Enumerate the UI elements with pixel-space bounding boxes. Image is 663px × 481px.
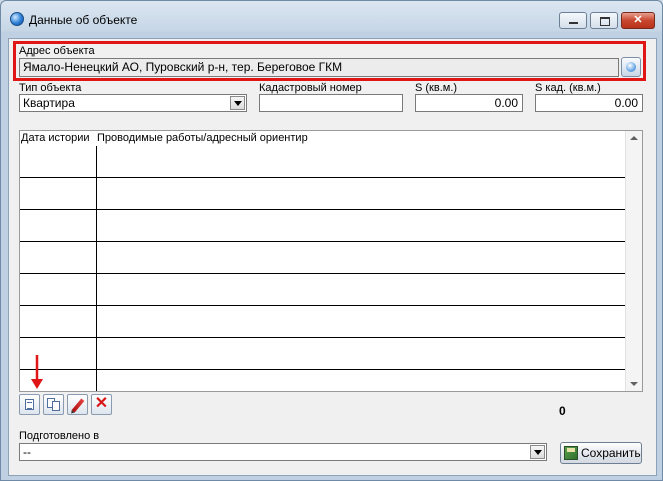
- object-type-select[interactable]: Квартира: [19, 94, 247, 112]
- annotation-arrow: [31, 355, 43, 389]
- edit-pencil-icon: [71, 398, 85, 413]
- add-record-icon: [25, 399, 34, 410]
- record-count: 0: [559, 404, 566, 418]
- address-label: Адрес объекта: [19, 45, 95, 57]
- object-data-window: Данные об объекте Адрес объекта Ямало-Не…: [0, 0, 663, 481]
- prepared-in-label: Подготовлено в: [19, 430, 100, 442]
- table-row[interactable]: [20, 274, 626, 306]
- delete-x-icon: ✕: [94, 395, 109, 412]
- prepared-in-value: --: [23, 445, 31, 459]
- grid-scrollbar[interactable]: [625, 131, 642, 391]
- table-cell-date[interactable]: [20, 210, 97, 241]
- edit-record-button[interactable]: [67, 394, 88, 415]
- form-body: Адрес объекта Ямало-Ненецкий АО, Пуровск…: [8, 38, 657, 476]
- maximize-button[interactable]: [590, 12, 618, 29]
- table-row[interactable]: [20, 306, 626, 338]
- object-type-label: Тип объекта: [19, 82, 82, 94]
- column-header-date[interactable]: Дата истории: [21, 132, 90, 144]
- column-header-works[interactable]: Проводимые работы/адресный ориентир: [97, 132, 308, 144]
- table-cell-date[interactable]: [20, 306, 97, 337]
- copy-record-button[interactable]: [43, 394, 64, 415]
- cadastral-number-label: Кадастровый номер: [259, 82, 362, 94]
- window-title: Данные об объекте: [29, 13, 138, 27]
- chevron-down-icon[interactable]: [530, 445, 545, 459]
- table-row[interactable]: [20, 210, 626, 242]
- close-button[interactable]: [621, 12, 655, 29]
- save-disk-icon: [564, 446, 578, 460]
- table-cell-date[interactable]: [20, 178, 97, 209]
- scroll-down-icon[interactable]: [630, 382, 638, 386]
- chevron-down-icon[interactable]: [230, 96, 245, 110]
- address-field[interactable]: Ямало-Ненецкий АО, Пуровский р-н, тер. Б…: [19, 58, 619, 77]
- save-button-label: Сохранить: [581, 446, 641, 460]
- grid-header: Дата истории Проводимые работы/адресный …: [20, 131, 626, 146]
- area-field[interactable]: 0.00: [415, 94, 523, 112]
- table-row[interactable]: [20, 370, 626, 391]
- scroll-up-icon[interactable]: [630, 136, 638, 140]
- table-cell-date[interactable]: [20, 146, 97, 177]
- table-row[interactable]: [20, 178, 626, 210]
- delete-record-button[interactable]: ✕: [91, 394, 112, 415]
- save-button[interactable]: Сохранить: [560, 442, 642, 464]
- cadastral-area-field[interactable]: 0.00: [535, 94, 643, 112]
- minimize-button[interactable]: [559, 12, 587, 29]
- cadastral-number-field[interactable]: [259, 94, 403, 112]
- add-record-button[interactable]: [19, 394, 40, 415]
- prepared-in-select[interactable]: --: [19, 443, 547, 461]
- address-lookup-button[interactable]: [621, 57, 641, 77]
- table-row[interactable]: [20, 338, 626, 370]
- globe-icon: [10, 12, 24, 26]
- table-row[interactable]: [20, 242, 626, 274]
- history-grid[interactable]: Дата истории Проводимые работы/адресный …: [19, 130, 643, 392]
- title-bar[interactable]: Данные об объекте: [1, 1, 662, 37]
- table-cell-date[interactable]: [20, 274, 97, 305]
- table-cell-date[interactable]: [20, 242, 97, 273]
- table-row[interactable]: [20, 146, 626, 178]
- object-type-value: Квартира: [23, 96, 75, 110]
- area-label: S (кв.м.): [415, 82, 458, 94]
- cadastral-area-label: S кад. (кв.м.): [535, 82, 601, 94]
